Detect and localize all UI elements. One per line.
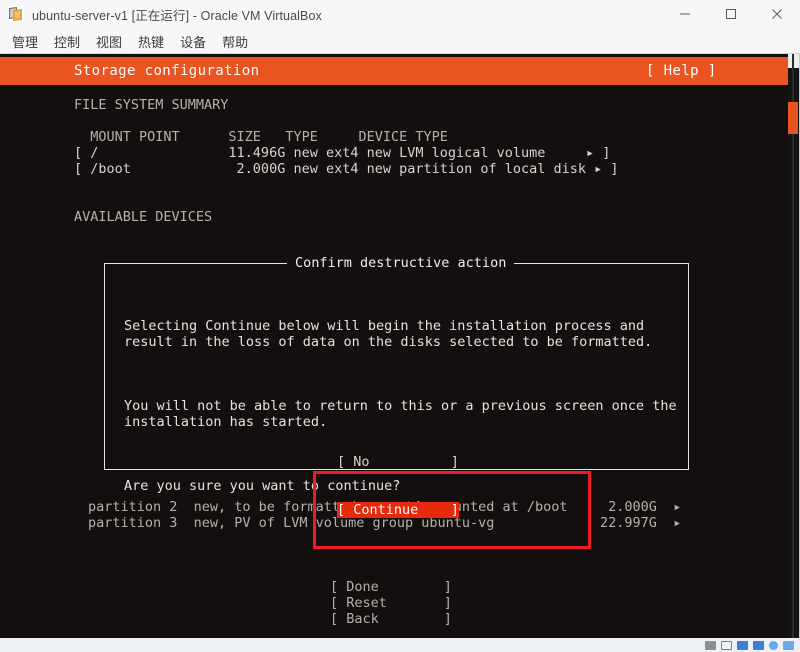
filesystem-summary-title: FILE SYSTEM SUMMARY	[74, 97, 229, 113]
menubar: 管理 控制 视图 热键 设备 帮助	[0, 28, 800, 54]
available-devices-title: AVAILABLE DEVICES	[74, 209, 213, 225]
dialog-no-button[interactable]: [ No ]	[337, 454, 459, 470]
dialog-title: Confirm destructive action	[287, 255, 515, 271]
window-title: ubuntu-server-v1 [正在运行] - Oracle VM Virt…	[32, 8, 322, 23]
menu-item-view[interactable]: 视图	[88, 29, 130, 54]
vm-statusbar	[0, 638, 800, 652]
close-button[interactable]	[754, 0, 800, 28]
scrollbar-track[interactable]	[792, 54, 794, 638]
vm-console[interactable]: Storage configuration [ Help ] FILE SYST…	[0, 54, 800, 638]
menu-item-help[interactable]: 帮助	[214, 29, 256, 54]
usb-icon[interactable]	[753, 640, 764, 650]
network-icon[interactable]	[737, 640, 748, 650]
scrollbar-thumb[interactable]	[788, 102, 798, 134]
filesystem-row-boot[interactable]: [ /boot 2.000G new ext4 new partition of…	[74, 161, 619, 177]
window-titlebar: ubuntu-server-v1 [正在运行] - Oracle VM Virt…	[0, 0, 800, 28]
virtualbox-window: ubuntu-server-v1 [正在运行] - Oracle VM Virt…	[0, 0, 800, 652]
minimize-icon	[680, 13, 690, 15]
minimize-button[interactable]	[662, 0, 708, 28]
help-button[interactable]: [ Help ]	[646, 63, 717, 79]
hard-disk-icon[interactable]	[705, 640, 716, 650]
installer-header: Storage configuration [ Help ]	[0, 57, 788, 85]
filesystem-row-root[interactable]: [ / 11.496G new ext4 new LVM logical vol…	[74, 145, 610, 161]
virtualbox-icon	[8, 6, 24, 22]
menu-item-manage[interactable]: 管理	[4, 29, 46, 54]
menu-item-hotkeys[interactable]: 热键	[130, 29, 172, 54]
maximize-icon	[726, 9, 736, 19]
dialog-buttons: [ No ] [ Continue ]	[337, 422, 459, 550]
close-icon	[772, 9, 782, 19]
dialog-continue-button[interactable]: [ Continue ]	[337, 502, 459, 518]
installer-screen: Storage configuration [ Help ] FILE SYST…	[0, 54, 788, 638]
confirm-destructive-action-dialog: Confirm destructive action Selecting Con…	[104, 255, 689, 518]
back-button[interactable]: [ Back ]	[330, 611, 452, 627]
reset-button[interactable]: [ Reset ]	[330, 595, 452, 611]
filesystem-table-header: MOUNT POINT SIZE TYPE DEVICE TYPE	[74, 129, 448, 145]
display-icon[interactable]	[783, 640, 794, 650]
maximize-button[interactable]	[708, 0, 754, 28]
menu-item-control[interactable]: 控制	[46, 29, 88, 54]
done-button[interactable]: [ Done ]	[330, 579, 452, 595]
shared-folder-icon[interactable]	[769, 640, 778, 650]
optical-drive-icon[interactable]	[721, 640, 732, 650]
menu-item-devices[interactable]: 设备	[172, 29, 214, 54]
page-title: Storage configuration	[74, 63, 260, 79]
status-icon-group	[705, 640, 794, 650]
dialog-paragraph-1: Selecting Continue below will begin the …	[124, 318, 653, 350]
